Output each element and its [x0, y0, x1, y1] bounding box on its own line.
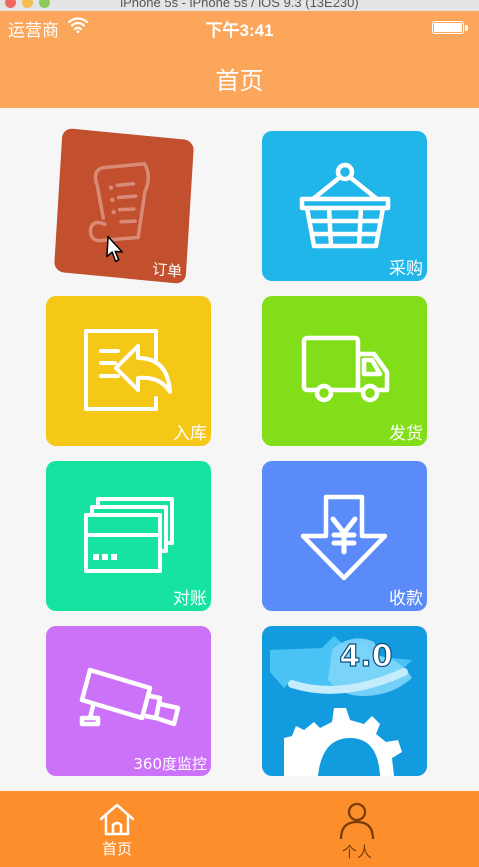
tile-label: 收款 — [389, 589, 423, 609]
gear-4-0-icon: 4.0 — [270, 636, 412, 776]
tab-home[interactable]: 首页 — [57, 791, 177, 867]
tile-industry-4-0[interactable]: 4.0 — [262, 626, 427, 776]
battery-icon — [432, 21, 464, 34]
tile-stock-in[interactable]: 入库 — [46, 296, 211, 446]
tile-receive-payment[interactable]: 收款 — [262, 461, 427, 611]
tile-label: 发货 — [389, 424, 423, 444]
page-title: 首页 — [215, 67, 264, 95]
tile-purchase[interactable]: 采购 — [262, 131, 427, 281]
tab-home-label: 首页 — [101, 840, 132, 858]
status-bar: 运营商 下午3:41 — [0, 11, 479, 44]
tile-label: 360度监控 — [133, 755, 207, 773]
tab-bar: 首页 个人 — [0, 791, 479, 867]
simulator-title-bar: iPhone 5s - iPhone 5s / iOS 9.3 (13E230) — [0, 0, 479, 11]
tile-monitoring[interactable]: 360度监控 — [46, 626, 211, 776]
tile-label: 采购 — [389, 259, 423, 279]
navigation-bar: 首页 — [0, 44, 479, 108]
tile-label: 入库 — [173, 424, 207, 444]
battery-nub — [465, 25, 468, 31]
home-icon — [99, 803, 135, 836]
status-time: 下午3:41 — [205, 21, 274, 40]
tile-reconcile[interactable]: 对账 — [46, 461, 211, 611]
home-grid: 订单 采购 入库 发货 对账 收款 360度监控 4.0 — [0, 108, 479, 791]
tile-label: 对账 — [173, 589, 207, 609]
tab-personal-label: 个人 — [341, 843, 372, 861]
tile-shipping[interactable]: 发货 — [262, 296, 427, 446]
gear-version-text: 4.0 — [339, 639, 392, 674]
tab-personal[interactable]: 个人 — [297, 791, 417, 867]
person-icon — [339, 802, 375, 840]
simulator-title: iPhone 5s - iPhone 5s / iOS 9.3 (13E230) — [120, 0, 359, 10]
tile-order[interactable]: 订单 — [53, 127, 195, 285]
tile-label: 订单 — [151, 259, 183, 281]
